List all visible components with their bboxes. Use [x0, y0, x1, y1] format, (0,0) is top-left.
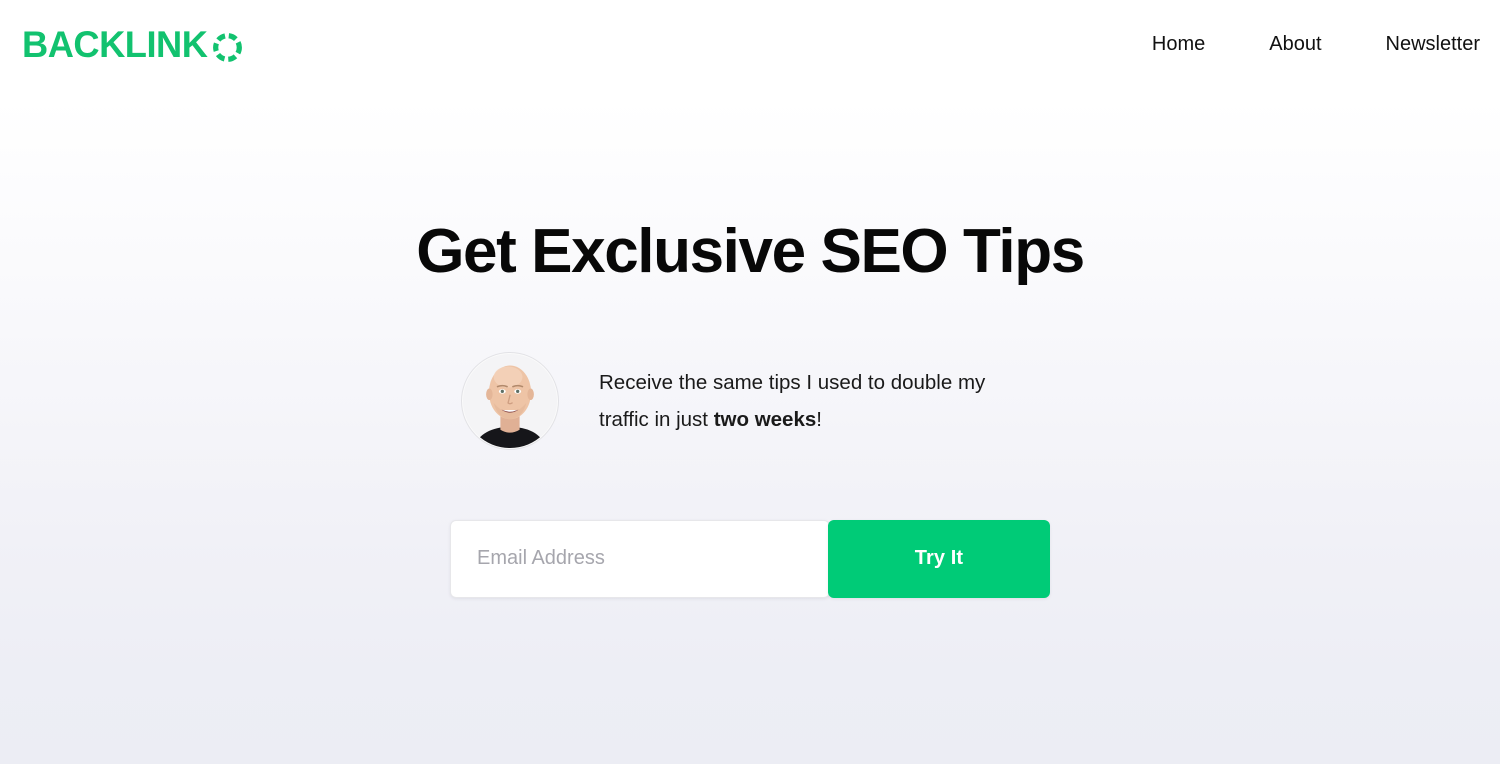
pitch-text: Receive the same tips I used to double m…: [599, 364, 1039, 438]
landing-page: BACKLINK Home About Newsletter Get Exclu…: [0, 0, 1500, 764]
pitch-text-emphasis: two weeks: [713, 407, 817, 431]
signup-form: Try It: [450, 519, 1050, 598]
email-input[interactable]: [450, 519, 830, 598]
submit-button[interactable]: Try It: [828, 519, 1050, 598]
hero-section: Get Exclusive SEO Tips Receive the same …: [0, 0, 1500, 764]
pitch-text-tail: !: [816, 407, 822, 431]
page-title: Get Exclusive SEO Tips: [416, 217, 1085, 286]
avatar: [461, 351, 559, 450]
pitch-block: Receive the same tips I used to double m…: [461, 351, 1039, 450]
